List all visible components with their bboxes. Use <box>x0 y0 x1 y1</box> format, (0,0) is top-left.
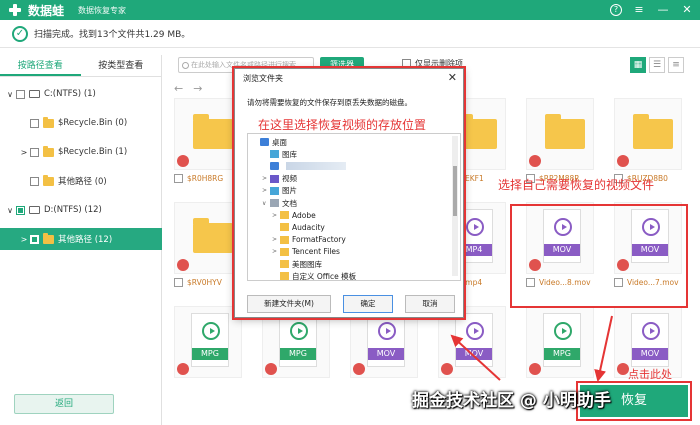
app-name: 数据蛙 <box>28 3 65 18</box>
tree-item-label: 其他路径 (12) <box>58 235 113 245</box>
app-logo-icon <box>8 3 22 17</box>
tile-thumbnail[interactable] <box>614 98 682 170</box>
sidebar-tree-item[interactable]: > 其他路径 (12) <box>0 228 162 250</box>
chevron-icon[interactable]: > <box>18 148 30 157</box>
folder-icon <box>43 174 54 186</box>
list-view-icon[interactable]: ☰ <box>649 57 665 73</box>
detail-view-icon[interactable]: ≡ <box>668 57 684 73</box>
video-file-icon: MPG <box>279 313 317 367</box>
play-icon <box>466 218 484 236</box>
play-icon <box>466 322 484 340</box>
sidebar: 按路径查看 按类型查看 ∨ C:(NTFS) (1) $Recycle.Bin (0… <box>0 55 162 425</box>
app-subtitle: 数据恢复专家 <box>78 5 127 15</box>
tree-checkbox[interactable] <box>16 205 25 215</box>
tab-by-type[interactable]: 按类型查看 <box>81 55 162 76</box>
folder-icon <box>43 232 54 244</box>
sidebar-tree-item[interactable]: ∨ D:(NTFS) (12) <box>0 199 162 221</box>
play-icon <box>554 322 572 340</box>
video-file-icon: MOV <box>455 313 493 367</box>
sidebar-tabs: 按路径查看 按类型查看 <box>0 55 161 77</box>
annotation-dialog-box <box>232 66 466 320</box>
file-type-badge: MPG <box>280 348 316 360</box>
titlebar: 数据蛙 数据恢复专家 ? ≡ — ✕ <box>0 0 700 20</box>
deleted-badge-icon <box>529 363 541 375</box>
app-window: 数据蛙 数据恢复专家 ? ≡ — ✕ ✓ 扫描完成。找到13个文件共1.29 M… <box>0 0 700 425</box>
file-type-badge: MOV <box>456 348 492 360</box>
folder-icon <box>193 218 233 253</box>
tree-checkbox[interactable] <box>30 234 39 244</box>
annotation-click-text: 点击此处 <box>628 368 672 381</box>
file-type-badge: MPG <box>544 348 580 360</box>
video-file-icon: MPG <box>191 313 229 367</box>
back-button[interactable]: 返回 <box>14 394 114 414</box>
tile-checkbox[interactable] <box>174 278 183 287</box>
video-file-icon: MOV <box>631 313 669 367</box>
play-icon <box>378 322 396 340</box>
deleted-badge-icon <box>177 259 189 271</box>
sidebar-tree-item[interactable]: $Recycle.Bin (0) <box>0 112 162 134</box>
sidebar-tree-item[interactable]: > $Recycle.Bin (1) <box>0 141 162 163</box>
tile-checkbox[interactable] <box>174 174 183 183</box>
chevron-icon[interactable]: ∨ <box>4 206 16 215</box>
tree-item-label: D:(NTFS) (12) <box>44 205 102 215</box>
watermark-text: 掘金技术社区 @ 小明助手 <box>412 391 611 411</box>
scan-status-text: 扫描完成。找到13个文件共1.29 MB。 <box>34 30 191 40</box>
tree-item-label: C:(NTFS) (1) <box>44 89 96 99</box>
chevron-icon[interactable]: ∨ <box>4 90 16 99</box>
tree-checkbox[interactable] <box>16 89 25 99</box>
tree-checkbox[interactable] <box>30 176 39 186</box>
check-circle-icon: ✓ <box>12 25 28 42</box>
file-type-badge: MOV <box>368 348 404 360</box>
drive-icon <box>29 90 40 98</box>
nav-forward-icon[interactable]: → <box>193 82 212 95</box>
chevron-icon[interactable]: > <box>18 235 30 244</box>
drive-icon <box>29 206 40 214</box>
annotation-select-text: 选择自己需要恢复的视频文件 <box>498 178 655 192</box>
play-icon <box>290 322 308 340</box>
deleted-badge-icon <box>529 155 541 167</box>
deleted-badge-icon <box>353 363 365 375</box>
tile-thumbnail[interactable] <box>526 98 594 170</box>
play-icon <box>642 322 660 340</box>
tree-item-label: $Recycle.Bin (0) <box>58 118 128 128</box>
folder-icon <box>545 114 585 149</box>
tree-checkbox[interactable] <box>30 147 39 157</box>
nav-arrows: ←→ <box>174 82 212 95</box>
scan-status-bar: ✓ 扫描完成。找到13个文件共1.29 MB。 <box>0 20 700 48</box>
annotation-select-box <box>510 204 688 308</box>
sidebar-tree-item[interactable]: 其他路径 (0) <box>0 170 162 192</box>
tile-filename: $R0H8RG <box>187 174 224 183</box>
minimize-icon[interactable]: — <box>656 3 670 17</box>
help-icon[interactable]: ? <box>610 4 622 16</box>
deleted-badge-icon <box>265 363 277 375</box>
folder-icon <box>43 116 54 128</box>
deleted-badge-icon <box>177 155 189 167</box>
folder-icon <box>193 114 233 149</box>
annotation-dialog-text: 在这里选择恢复视频的存放位置 <box>258 118 427 132</box>
tile-filename: $RV0HYV <box>187 278 222 287</box>
tab-by-path[interactable]: 按路径查看 <box>0 55 81 76</box>
tree-checkbox[interactable] <box>30 118 39 128</box>
menu-icon[interactable]: ≡ <box>632 3 646 17</box>
play-icon <box>202 322 220 340</box>
video-file-icon: MPG <box>543 313 581 367</box>
deleted-badge-icon <box>441 363 453 375</box>
file-type-badge: MOV <box>632 348 668 360</box>
deleted-badge-icon <box>177 363 189 375</box>
video-file-icon: MOV <box>367 313 405 367</box>
folder-icon <box>633 114 673 149</box>
deleted-badge-icon <box>617 155 629 167</box>
folder-icon <box>43 145 54 157</box>
tile-thumbnail[interactable]: MPG <box>526 306 594 378</box>
tree-item-label: 其他路径 (0) <box>58 177 107 187</box>
close-icon[interactable]: ✕ <box>680 3 694 17</box>
file-type-badge: MPG <box>192 348 228 360</box>
sidebar-tree-item[interactable]: ∨ C:(NTFS) (1) <box>0 83 162 105</box>
window-controls: ? ≡ — ✕ <box>610 3 694 17</box>
view-mode-buttons: ▦ ☰ ≡ <box>630 57 684 73</box>
nav-back-icon[interactable]: ← <box>174 82 193 95</box>
grid-view-icon[interactable]: ▦ <box>630 57 646 73</box>
tree-item-label: $Recycle.Bin (1) <box>58 147 128 157</box>
